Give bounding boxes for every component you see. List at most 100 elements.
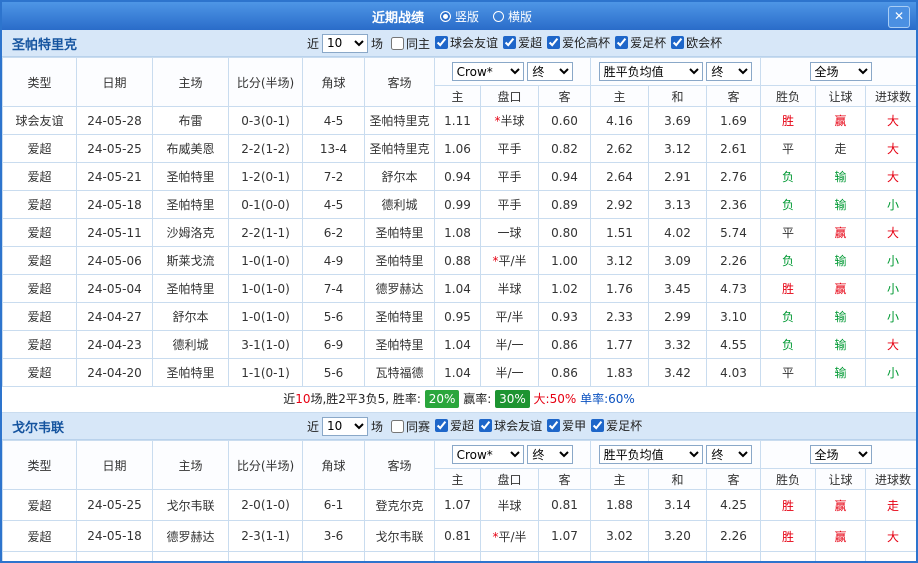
avg-draw: 3.32: [649, 331, 707, 359]
corner-score: 4-5: [303, 191, 365, 219]
odds-stage-select[interactable]: 终: [527, 62, 573, 81]
subcol-avg-away: 客: [707, 469, 761, 490]
odds-company-select[interactable]: Crow*: [452, 445, 524, 464]
match-date: 24-05-28: [77, 107, 153, 135]
result-group-header: 全场: [761, 441, 918, 469]
home-team: 布威美恩: [153, 135, 229, 163]
league-filter[interactable]: 爱伦高杯: [547, 34, 610, 51]
league-checkbox[interactable]: [671, 36, 684, 49]
league-filter[interactable]: 爱甲: [547, 417, 586, 434]
league-checkbox[interactable]: [435, 36, 448, 49]
avg-home: 2.92: [591, 191, 649, 219]
col-away: 客场: [365, 441, 435, 490]
home-team: 舒尔本: [153, 303, 229, 331]
league-filter[interactable]: 爱超: [435, 417, 474, 434]
avg-home: 1.83: [591, 359, 649, 387]
avg-type-select[interactable]: 胜平负均值: [599, 445, 703, 464]
same-label: 同赛: [406, 418, 430, 435]
league-label: 爱伦高杯: [562, 34, 610, 51]
home-team: 斯莱戈流: [153, 247, 229, 275]
avg-home: 2.33: [591, 303, 649, 331]
odds-away: 0.82: [539, 135, 591, 163]
avg-stage-select[interactable]: 终: [706, 445, 752, 464]
avg-group-header: 胜平负均值 终: [591, 58, 761, 86]
league-checkbox[interactable]: [615, 36, 628, 49]
layout-vertical-radio[interactable]: 竖版: [440, 8, 479, 25]
avg-home: 3.12: [591, 247, 649, 275]
league-checkbox[interactable]: [547, 36, 560, 49]
avg-away: 2.76: [707, 163, 761, 191]
result-group-header: 全场: [761, 58, 918, 86]
result-goals: 大: [866, 331, 918, 359]
odds-company-select[interactable]: Crow*: [452, 62, 524, 81]
same-label: 同主: [406, 35, 430, 52]
league-filter[interactable]: 爱足杯: [615, 34, 666, 51]
corner-score: 6-1: [303, 490, 365, 521]
scope-select[interactable]: 全场: [810, 62, 872, 81]
league-checkbox[interactable]: [479, 419, 492, 432]
col-home: 主场: [153, 58, 229, 107]
subcol-avg-home: 主: [591, 86, 649, 107]
subcol-odds-away: 客: [539, 86, 591, 107]
odds-home: 0.94: [435, 163, 481, 191]
result-goals: 小: [866, 303, 918, 331]
result-wdl: 负: [761, 191, 816, 219]
handicap-line: 一球: [481, 219, 539, 247]
corner-score: 6-9: [303, 331, 365, 359]
league-checkbox[interactable]: [503, 36, 516, 49]
same-checkbox[interactable]: [391, 420, 404, 433]
league-filter[interactable]: 球会友谊: [435, 34, 498, 51]
layout-horizontal-radio[interactable]: 横版: [493, 8, 532, 25]
avg-stage-select[interactable]: 终: [706, 62, 752, 81]
layout-vertical-label: 竖版: [455, 8, 479, 25]
handicap-line: 半/一: [481, 359, 539, 387]
corner-score: 3-6: [303, 521, 365, 552]
home-team: 圣帕特里: [153, 191, 229, 219]
match-row: 爱超24-05-11沙姆洛克2-2(1-1)6-2圣帕特里1.08一球0.801…: [3, 219, 918, 247]
result-handicap: 输: [816, 191, 866, 219]
match-count-select[interactable]: 10: [322, 34, 368, 53]
home-team: 德罗赫达: [153, 521, 229, 552]
avg-away: 5.74: [707, 219, 761, 247]
avg-draw: 3.14: [649, 490, 707, 521]
score: 1-0(1-0): [229, 275, 303, 303]
odds-home: 1.06: [435, 552, 481, 563]
avg-home: 3.02: [591, 521, 649, 552]
avg-home: 1.76: [591, 275, 649, 303]
close-icon[interactable]: ✕: [888, 6, 910, 28]
window-title: 近期战绩: [372, 7, 424, 26]
odds-home: 1.07: [435, 490, 481, 521]
league-checkbox[interactable]: [547, 419, 560, 432]
handicap-line: *平/半: [481, 247, 539, 275]
titlebar: 近期战绩 竖版 横版 ✕: [2, 2, 916, 30]
odds-away: 0.81: [539, 490, 591, 521]
home-team: 沙姆洛克: [153, 219, 229, 247]
odds-away: 1.07: [539, 521, 591, 552]
scope-select[interactable]: 全场: [810, 445, 872, 464]
odds-away: 0.86: [539, 359, 591, 387]
same-host-filter[interactable]: 同主: [391, 35, 430, 52]
col-score: 比分(半场): [229, 58, 303, 107]
league-filter[interactable]: 爱足杯: [591, 417, 642, 434]
league-filter[interactable]: 爱超: [503, 34, 542, 51]
away-team: 圣帕特里克: [365, 107, 435, 135]
league-checkbox[interactable]: [591, 419, 604, 432]
match-count-select[interactable]: 10: [322, 417, 368, 436]
league-label: 爱超: [518, 34, 542, 51]
results-body: 球会友谊24-05-28布雷0-3(0-1)4-5圣帕特里克1.11*半球0.6…: [3, 107, 918, 387]
same-league-filter[interactable]: 同赛: [391, 418, 430, 435]
avg-type-select[interactable]: 胜平负均值: [599, 62, 703, 81]
odds-home: 0.99: [435, 191, 481, 219]
odds-stage-select[interactable]: 终: [527, 445, 573, 464]
avg-away: 2.26: [707, 521, 761, 552]
col-date: 日期: [77, 58, 153, 107]
col-type: 类型: [3, 58, 77, 107]
league-checkbox[interactable]: [435, 419, 448, 432]
result-handicap: 赢: [816, 521, 866, 552]
same-checkbox[interactable]: [391, 37, 404, 50]
score: 1-2(0-1): [229, 163, 303, 191]
home-team: 戈尔韦联: [153, 490, 229, 521]
league-filter[interactable]: 欧会杯: [671, 34, 722, 51]
league-filter[interactable]: 球会友谊: [479, 417, 542, 434]
score: 3-1(1-0): [229, 331, 303, 359]
